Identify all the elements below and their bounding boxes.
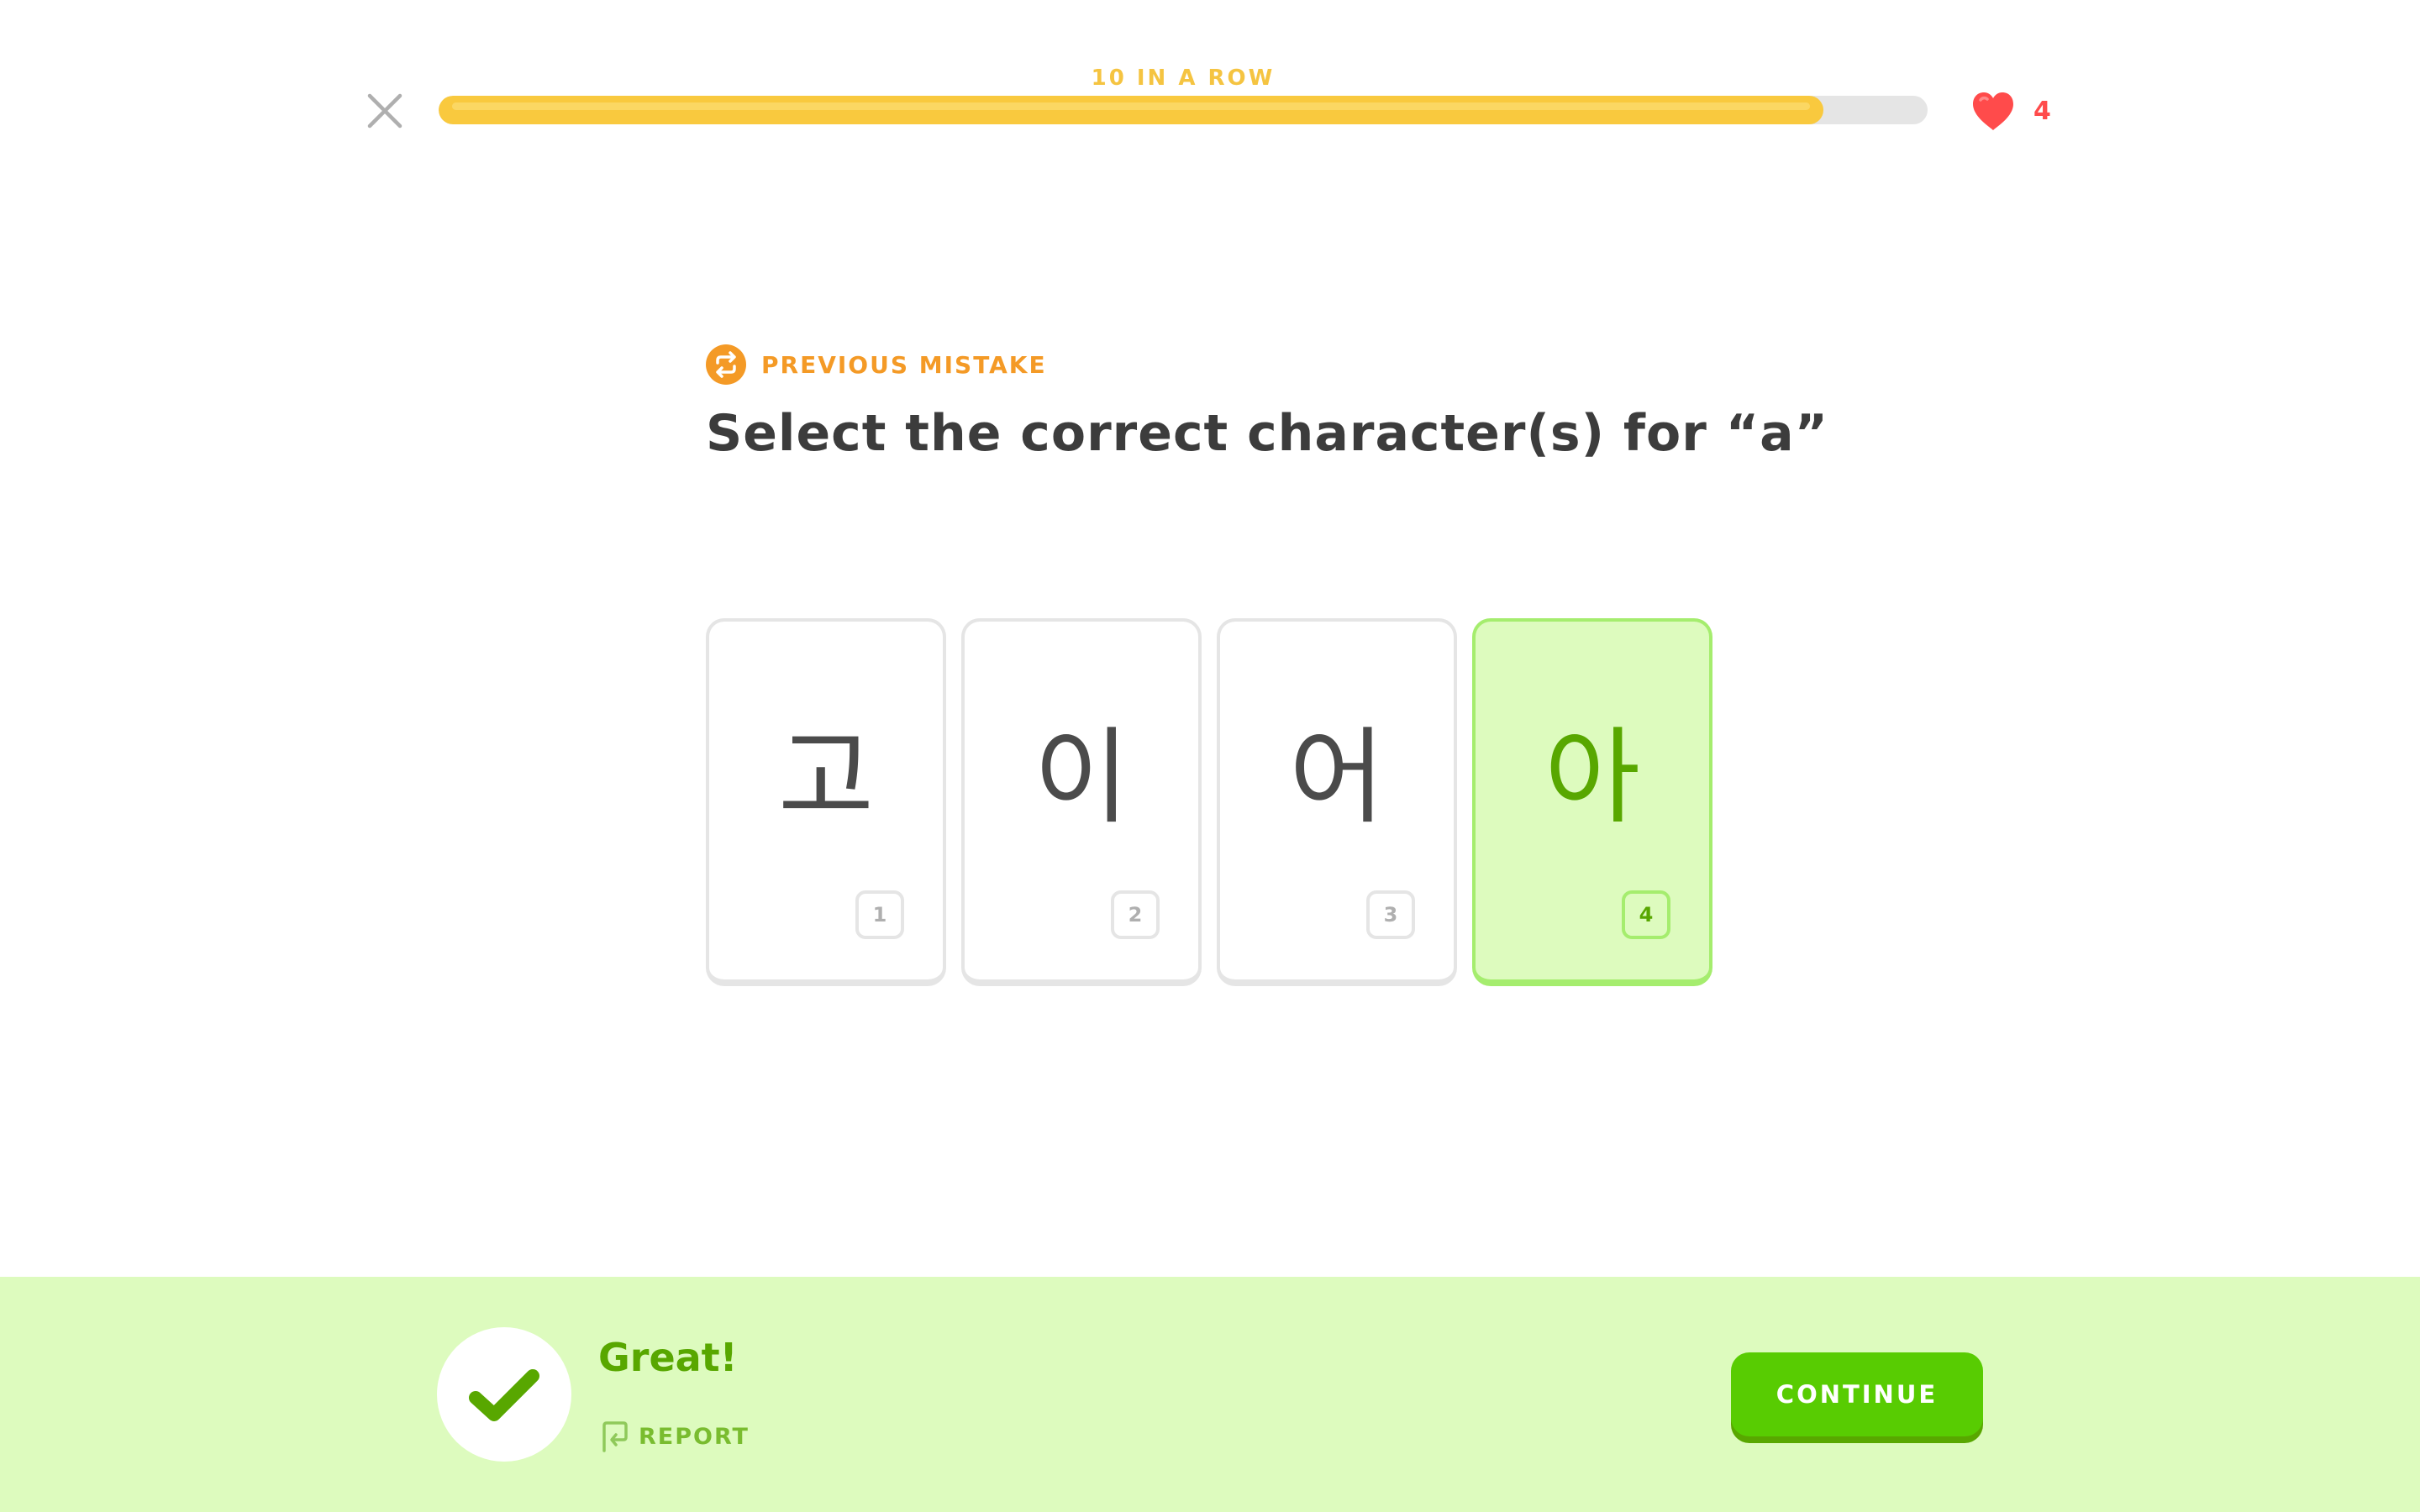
choice-card-4[interactable]: 아 4 [1472,618,1712,986]
continue-button[interactable]: CONTINUE [1731,1352,1983,1436]
choice-character: 이 [1033,717,1130,838]
streak-label: 10 IN A ROW [1091,66,1276,91]
lesson-progress-fill [439,96,1823,124]
shortcut-key-badge: 4 [1622,890,1670,939]
choice-card-3[interactable]: 어 3 [1217,618,1457,986]
shortcut-key-badge: 2 [1111,890,1160,939]
shortcut-key-badge: 3 [1366,890,1415,939]
report-button[interactable]: REPORT [600,1420,750,1453]
hearts-count: 4 [2033,96,2051,126]
checkmark-icon [469,1369,539,1421]
lesson-progress-bar [439,96,1928,124]
repeat-icon [706,344,746,385]
correct-status-badge [437,1327,571,1462]
choice-list: 고 1 이 2 어 3 아 4 [706,618,1712,986]
heart-icon [1973,92,2013,130]
flag-icon [602,1421,628,1452]
feedback-panel: Great! REPORT CONTINUE [0,1277,2420,1512]
choice-character: 아 [1544,717,1641,838]
choice-card-1[interactable]: 고 1 [706,618,946,986]
choice-character: 고 [777,717,875,838]
feedback-message: Great! [598,1335,738,1380]
hearts-counter: 4 [1970,87,2051,134]
previous-mistake-label: PREVIOUS MISTAKE [761,350,1047,379]
report-label: REPORT [639,1423,750,1450]
choice-character: 어 [1288,717,1386,838]
choice-card-2[interactable]: 이 2 [961,618,1202,986]
shortcut-key-badge: 1 [855,890,904,939]
progress-highlight [452,102,1810,110]
close-icon [367,93,402,129]
close-button[interactable] [365,91,405,131]
previous-mistake-badge: PREVIOUS MISTAKE [706,344,1047,385]
question-prompt: Select the correct character(s) for “a” [706,404,1829,463]
